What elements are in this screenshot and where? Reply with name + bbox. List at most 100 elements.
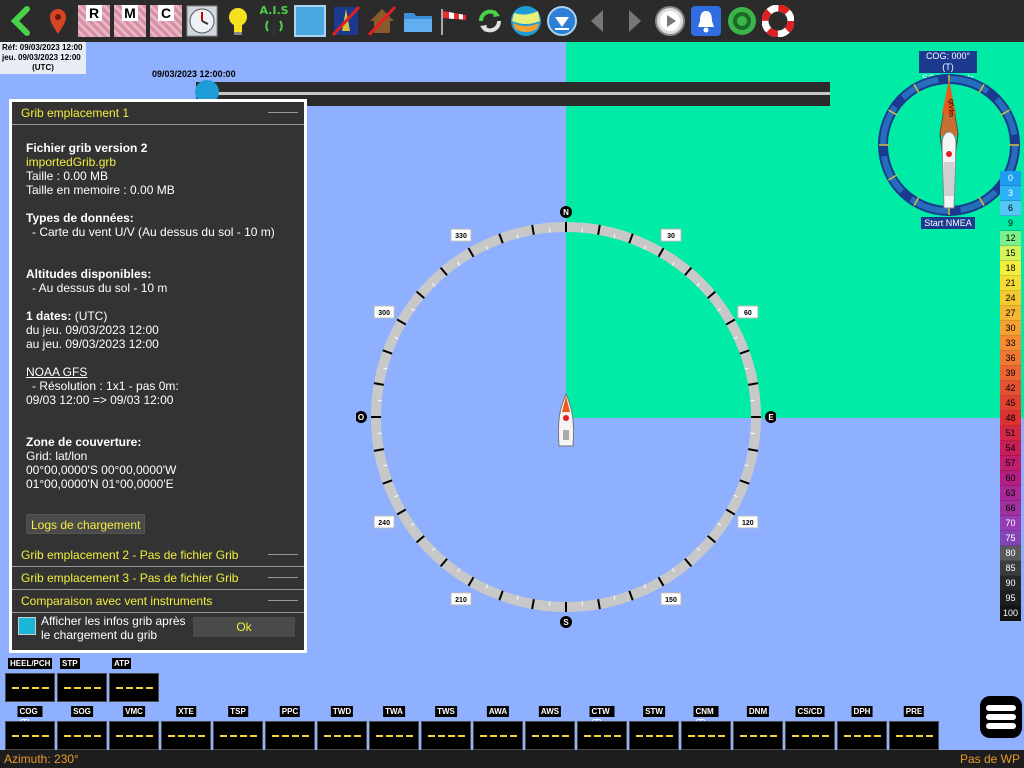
grib-memory-size: Taille en memoire : 0.00 MB xyxy=(26,183,175,197)
instrument-dph[interactable]: DPH xyxy=(837,706,887,750)
rose-label-text: 300 xyxy=(378,310,390,317)
instrument-label: CS/CD xyxy=(795,706,825,717)
instrument-label: ATP xyxy=(112,658,132,669)
folder-icon[interactable] xyxy=(400,3,436,39)
instrument-label: DPH xyxy=(851,706,873,717)
grib-slot-3-header[interactable]: Grib emplacement 3 - Pas de fichier Grib xyxy=(12,567,304,590)
instrument-twd[interactable]: TWD xyxy=(317,706,367,750)
next-icon[interactable] xyxy=(616,3,652,39)
grib-slot-1-header[interactable]: Grib emplacement 1 xyxy=(12,102,304,125)
chart-r-button[interactable]: R xyxy=(78,5,110,37)
instrument-value xyxy=(629,721,679,750)
boat-cross-icon[interactable] xyxy=(328,3,364,39)
instrument-sog[interactable]: SOG xyxy=(57,706,107,750)
start-nmea-button[interactable]: Start NMEA xyxy=(921,217,975,229)
heading-compass[interactable]: qtVlm xyxy=(878,74,1020,216)
grib-slot-2-header[interactable]: Grib emplacement 2 - Pas de fichier Grib xyxy=(12,544,304,567)
instrument-ctw-t-[interactable]: CTW (T) xyxy=(577,706,627,750)
model-range: 09/03 12:00 => 09/03 12:00 xyxy=(26,393,174,407)
instrument-ppc[interactable]: PPC xyxy=(265,706,315,750)
windsock-icon[interactable] xyxy=(436,3,472,39)
coverage-coord-1: 00°00,0000'S 00°00,0000'W xyxy=(26,463,177,477)
square-icon[interactable] xyxy=(292,3,328,39)
instrument-cnm-t-[interactable]: CNM (T) xyxy=(681,706,731,750)
wind-scale-cell: 18 xyxy=(1000,261,1021,276)
wind-scale-cell: 42 xyxy=(1000,381,1021,396)
instrument-tws[interactable]: TWS xyxy=(421,706,471,750)
wind-comparison-header[interactable]: Comparaison avec vent instruments xyxy=(12,590,304,613)
download-icon[interactable] xyxy=(544,3,580,39)
menu-button[interactable] xyxy=(980,696,1022,738)
target-icon[interactable] xyxy=(724,3,760,39)
instrument-aws[interactable]: AWS xyxy=(525,706,575,750)
chart-m-button[interactable]: M xyxy=(114,5,146,37)
instrument-label: STW xyxy=(643,706,665,717)
instrument-stw[interactable]: STW xyxy=(629,706,679,750)
ok-button[interactable]: Ok xyxy=(193,617,295,637)
instrument-cog-t-[interactable]: COG (T) xyxy=(5,706,55,750)
altitudes-title: Altitudes disponibles: xyxy=(26,267,152,281)
wind-scale-cell: 0 xyxy=(1000,171,1021,186)
instrument-pre[interactable]: PRE xyxy=(889,706,939,750)
instrument-stp[interactable]: STP xyxy=(57,658,107,702)
show-grib-info-checkbox[interactable] xyxy=(18,617,36,635)
wind-scale-cell: 3 xyxy=(1000,186,1021,201)
instrument-value xyxy=(57,721,107,750)
instrument-vmc[interactable]: VMC xyxy=(109,706,159,750)
map-pin-icon[interactable] xyxy=(40,3,76,39)
ais-button[interactable]: A.I.S xyxy=(256,3,292,39)
ref-line-1: Réf: 09/03/2023 12:00 xyxy=(2,43,83,52)
lifebuoy-icon[interactable] xyxy=(760,3,796,39)
wind-scale-cell: 12 xyxy=(1000,231,1021,246)
wind-speed-scale: 0 3 6 9 12 15 18 21 24 27 30 33 36 39 42 45 48 51 54 57 60 63… xyxy=(1000,171,1021,621)
instrument-label: TSP xyxy=(228,706,248,717)
back-arrow-icon[interactable] xyxy=(4,3,40,39)
boat-icon xyxy=(557,392,575,447)
instrument-label: AWS xyxy=(538,706,562,717)
instrument-heel-pch[interactable]: HEEL/PCH xyxy=(5,658,55,702)
grib-file-name: importedGrib.grb xyxy=(26,155,117,169)
instrument-twa[interactable]: TWA xyxy=(369,706,419,750)
instrument-awa[interactable]: AWA xyxy=(473,706,523,750)
instrument-label: VMC xyxy=(123,706,145,717)
grib-model: NOAA GFS - Résolution : 1x1 - pas 0m: 09… xyxy=(12,351,304,407)
refresh-icon[interactable] xyxy=(472,3,508,39)
bulb-icon[interactable] xyxy=(220,3,256,39)
rose-label-deg30: 30 xyxy=(660,228,682,242)
ref-line-3: (UTC) xyxy=(32,63,54,72)
ref-line-2: jeu. 09/03/2023 12:00 xyxy=(2,53,81,62)
main-toolbar: R M C A.I.S xyxy=(0,0,1024,42)
rose-label-text: S xyxy=(563,618,569,627)
home-cross-icon[interactable] xyxy=(364,3,400,39)
chart-c-button[interactable]: C xyxy=(150,5,182,37)
rose-label-deg150: 150 xyxy=(660,592,682,606)
wind-scale-cell: 100 xyxy=(1000,606,1021,621)
instrument-label: TWA xyxy=(383,706,405,717)
instrument-label: CTW (T) xyxy=(589,706,615,727)
rose-label-text: O xyxy=(358,413,364,422)
instrument-label: CNM (T) xyxy=(693,706,719,727)
wind-scale-cell: 70 xyxy=(1000,516,1021,531)
time-slider-label: 09/03/2023 12:00:00 xyxy=(152,69,236,79)
instrument-value xyxy=(213,721,263,750)
instrument-label: XTE xyxy=(176,706,196,717)
clock-icon[interactable] xyxy=(184,3,220,39)
data-types-title: Types de données: xyxy=(26,211,134,225)
instrument-value xyxy=(109,673,159,702)
grib-icon[interactable] xyxy=(508,3,544,39)
instrument-dnm[interactable]: DNM xyxy=(733,706,783,750)
prev-icon[interactable] xyxy=(580,3,616,39)
cog-sog-box: COG: 000° (T) SOG: 0.0nds xyxy=(919,51,977,83)
instrument-xte[interactable]: XTE xyxy=(161,706,211,750)
instrument-tsp[interactable]: TSP xyxy=(213,706,263,750)
reference-date-box: Réf: 09/03/2023 12:00 jeu. 09/03/2023 12… xyxy=(0,42,86,74)
bell-icon[interactable] xyxy=(688,3,724,39)
instrument-cs-cd[interactable]: CS/CD xyxy=(785,706,835,750)
play-icon[interactable] xyxy=(652,3,688,39)
show-grib-info-label: Afficher les infos grib après le chargem… xyxy=(41,614,186,642)
coverage-coord-2: 01°00,0000'N 01°00,0000'E xyxy=(26,477,174,491)
load-logs-button[interactable]: Logs de chargement xyxy=(26,514,146,534)
wind-scale-cell: 15 xyxy=(1000,246,1021,261)
instrument-atp[interactable]: ATP xyxy=(109,658,159,702)
ais-label: A.I.S xyxy=(259,4,289,17)
